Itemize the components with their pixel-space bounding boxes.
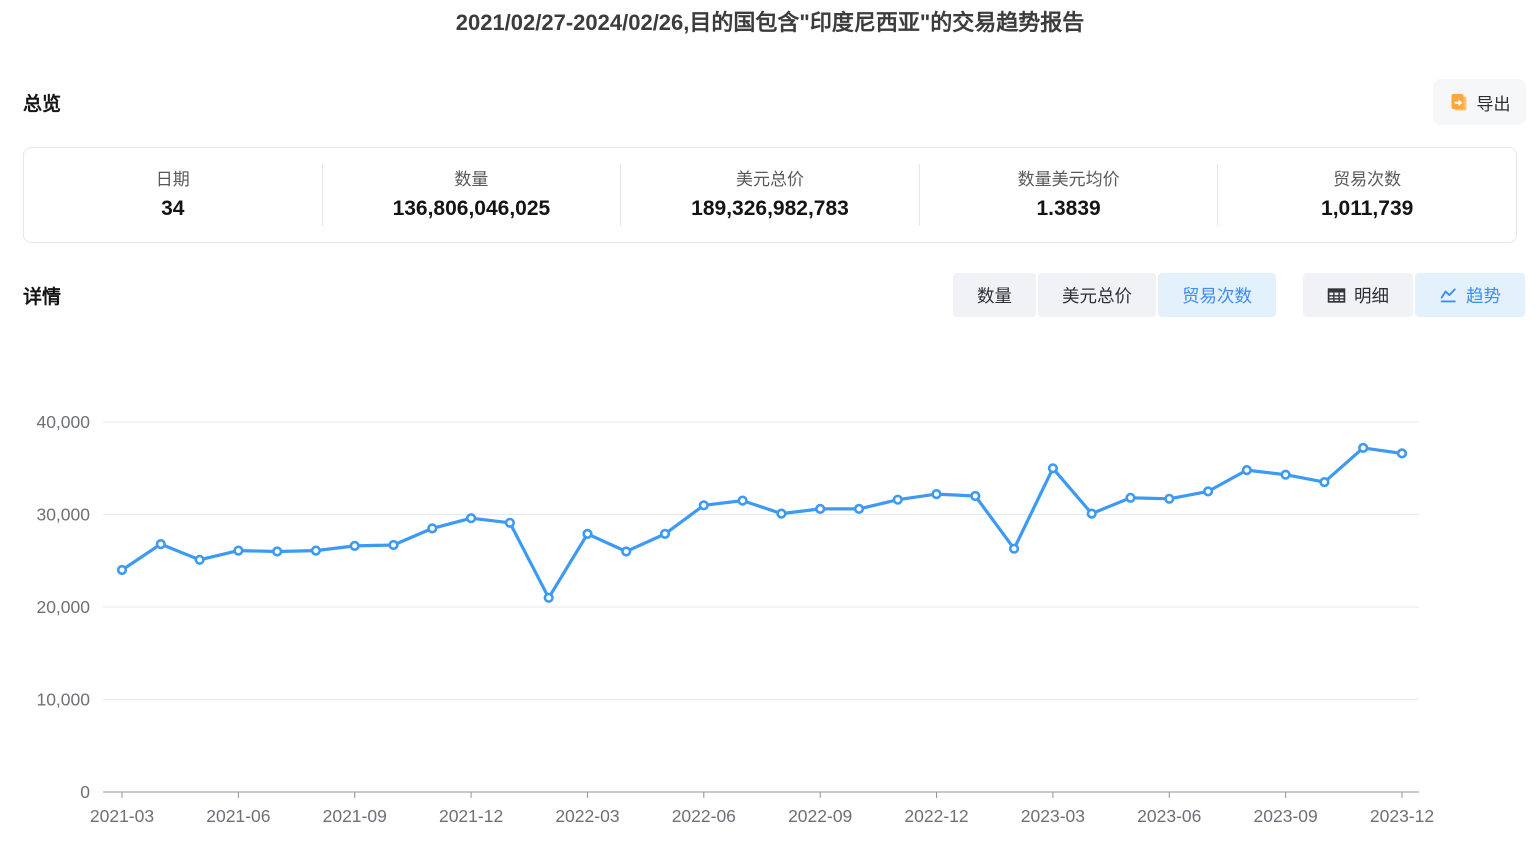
tab-detail-list[interactable]: 明细	[1303, 273, 1413, 317]
detail-header: 详情 数量 美元总价 贸易次数 明细	[23, 273, 1525, 317]
overview-header: 总览 导出	[23, 79, 1526, 125]
tab-trade-count[interactable]: 贸易次数	[1158, 273, 1276, 317]
stat-value: 189,326,982,783	[691, 197, 849, 221]
svg-text:2023-12: 2023-12	[1370, 806, 1434, 826]
stat-date: 日期 34	[24, 164, 323, 226]
view-tab-group: 明细 趋势	[1303, 273, 1525, 317]
tab-detail-list-label: 明细	[1354, 283, 1389, 308]
stat-value: 1,011,739	[1321, 197, 1413, 221]
detail-tab-groups: 数量 美元总价 贸易次数 明细	[953, 273, 1525, 317]
svg-text:2022-09: 2022-09	[788, 806, 852, 826]
export-button-label: 导出	[1477, 90, 1511, 115]
overview-heading: 总览	[23, 89, 61, 116]
export-document-icon	[1449, 92, 1469, 112]
tab-trend-label: 趋势	[1466, 283, 1501, 308]
svg-text:2023-06: 2023-06	[1137, 806, 1201, 826]
svg-text:2022-06: 2022-06	[672, 806, 736, 826]
stat-trade-count: 贸易次数 1,011,739	[1218, 164, 1516, 226]
stat-label: 数量美元均价	[1018, 169, 1120, 192]
tab-trend[interactable]: 趋势	[1415, 273, 1525, 317]
tab-quantity[interactable]: 数量	[953, 273, 1036, 317]
stat-value: 136,806,046,025	[393, 197, 551, 221]
svg-text:2021-06: 2021-06	[206, 806, 270, 826]
metric-tab-group: 数量 美元总价 贸易次数	[953, 273, 1276, 317]
trend-chart-svg: 0 10,000 20,000 30,000 40,000 2021-03 2021-06 2…	[0, 365, 1540, 846]
stat-avg-usd-price: 数量美元均价 1.3839	[920, 164, 1219, 226]
page-title: 2021/02/27-2024/02/26,目的国包含"印度尼西亚"的交易趋势报…	[0, 0, 1540, 37]
stat-label: 美元总价	[736, 169, 804, 192]
export-button[interactable]: 导出	[1433, 79, 1526, 125]
svg-text:2022-03: 2022-03	[555, 806, 619, 826]
svg-text:2022-12: 2022-12	[904, 806, 968, 826]
tab-usd-total[interactable]: 美元总价	[1038, 273, 1156, 317]
stat-label: 数量	[454, 169, 488, 192]
svg-text:2023-03: 2023-03	[1021, 806, 1085, 826]
svg-text:2021-09: 2021-09	[323, 806, 387, 826]
stat-value: 34	[161, 197, 184, 221]
trend-line-icon	[1439, 286, 1458, 305]
stat-quantity: 数量 136,806,046,025	[323, 164, 622, 226]
svg-text:2021-03: 2021-03	[90, 806, 154, 826]
svg-text:2021-12: 2021-12	[439, 806, 503, 826]
svg-text:10,000: 10,000	[36, 690, 90, 710]
trend-chart[interactable]: 0 10,000 20,000 30,000 40,000 2021-03 2021-06 2…	[0, 365, 1540, 846]
stat-value: 1.3839	[1036, 197, 1100, 221]
svg-text:0: 0	[80, 782, 90, 802]
svg-text:2023-09: 2023-09	[1254, 806, 1318, 826]
svg-text:20,000: 20,000	[36, 597, 90, 617]
detail-heading: 详情	[23, 282, 61, 309]
stat-label: 日期	[156, 169, 190, 192]
svg-text:40,000: 40,000	[36, 412, 90, 432]
table-icon	[1327, 286, 1346, 305]
stat-label: 贸易次数	[1333, 169, 1401, 192]
svg-text:30,000: 30,000	[36, 505, 90, 525]
stat-usd-total: 美元总价 189,326,982,783	[621, 164, 920, 226]
overview-stats-card: 日期 34 数量 136,806,046,025 美元总价 189,326,98…	[23, 147, 1517, 243]
